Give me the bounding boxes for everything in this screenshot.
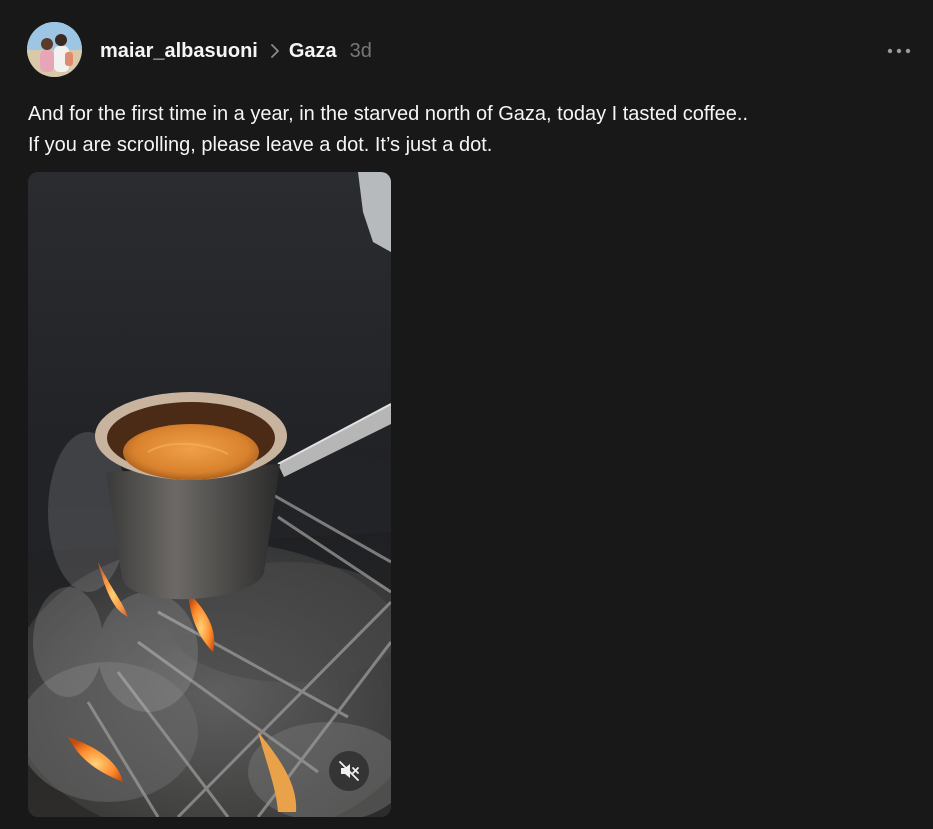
post-header: maiar_albasuoni Gaza 3d xyxy=(100,37,372,65)
speaker-muted-icon xyxy=(339,761,359,781)
mute-toggle-button[interactable] xyxy=(329,751,369,791)
caption-line: And for the first time in a year, in the… xyxy=(28,103,749,125)
threads-post: maiar_albasuoni Gaza 3d And for the firs… xyxy=(0,0,933,829)
caption-line: If you are scrolling, please leave a dot… xyxy=(28,134,493,156)
avatar-photo-icon xyxy=(27,22,82,77)
more-options-button[interactable] xyxy=(884,38,914,64)
topic-tag[interactable]: Gaza xyxy=(289,40,337,63)
post-timestamp[interactable]: 3d xyxy=(350,40,372,63)
coffee-pot-over-fire-image xyxy=(28,172,391,817)
more-horizontal-icon xyxy=(887,48,911,54)
chevron-right-icon xyxy=(270,44,280,58)
author-username[interactable]: maiar_albasuoni xyxy=(100,40,258,63)
author-avatar[interactable] xyxy=(27,22,82,77)
post-video[interactable] xyxy=(28,172,391,817)
post-caption: And for the first time in a year, in the… xyxy=(28,99,908,161)
